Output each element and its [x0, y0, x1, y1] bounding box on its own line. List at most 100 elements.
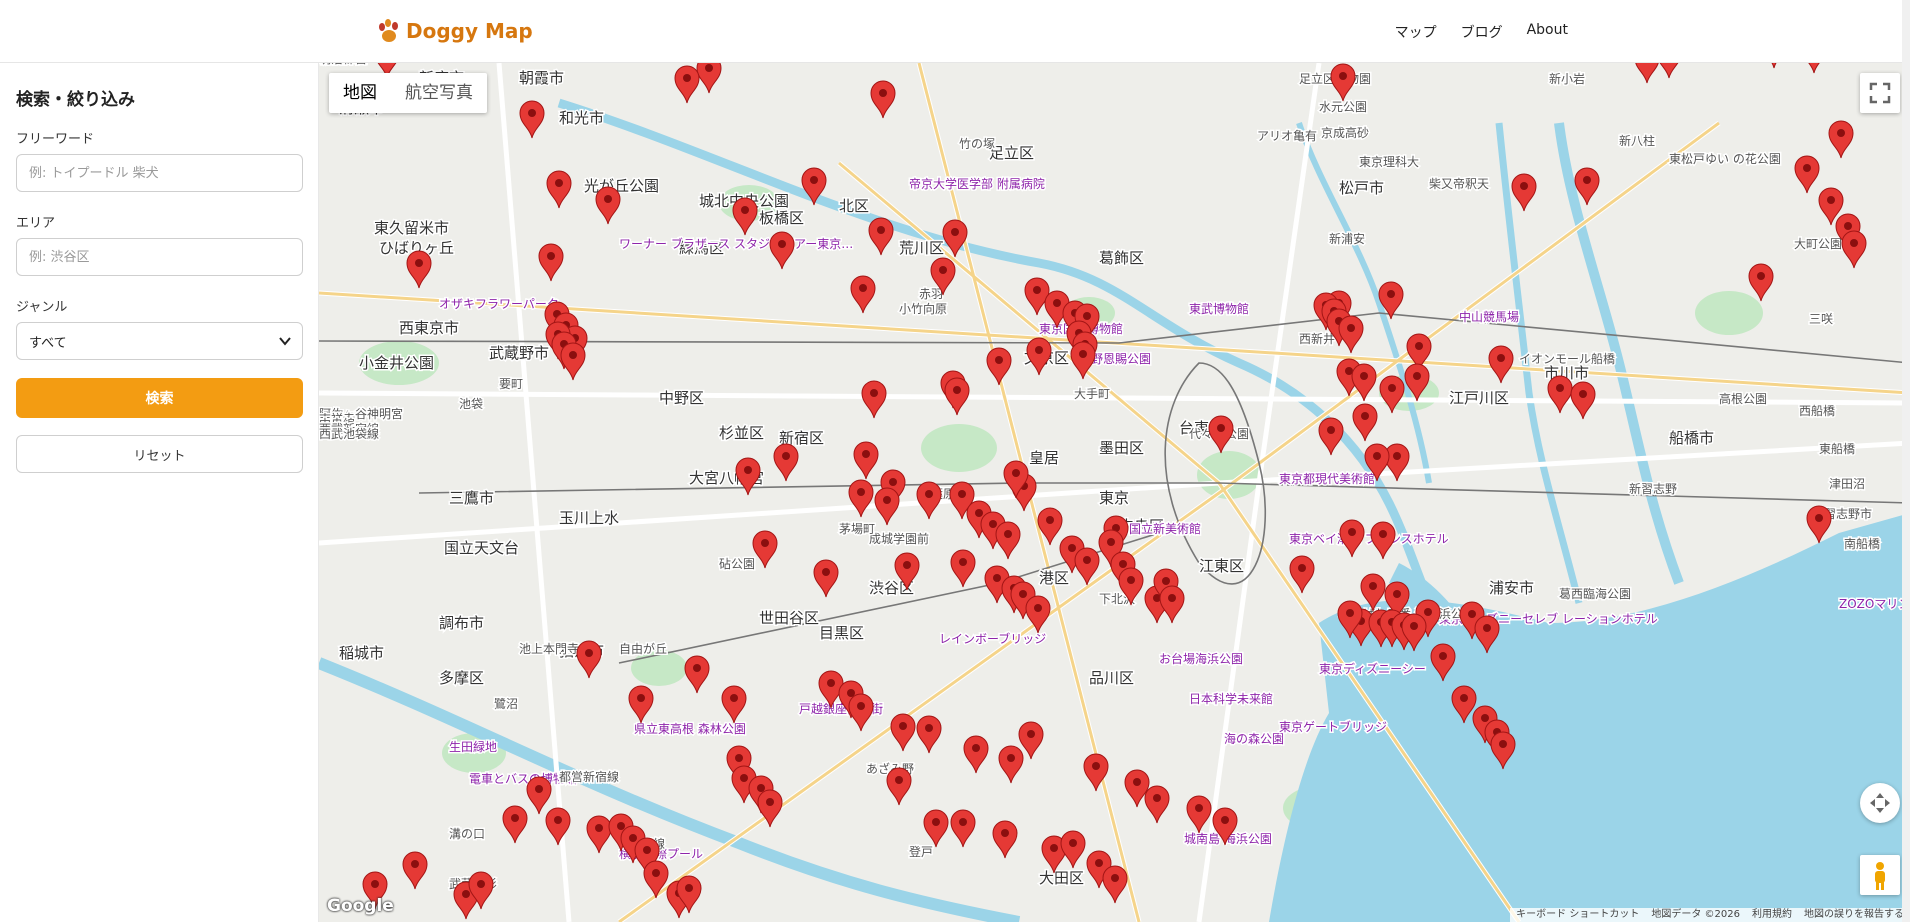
- app-header: Doggy Map マップ ブログ About: [0, 0, 1910, 63]
- fullscreen-icon: [1869, 82, 1891, 104]
- map-place-label: 日本科学未来館: [1189, 691, 1273, 706]
- map-place-label: 京成高砂: [1321, 125, 1369, 140]
- map-place-label: ワーナー ブラザース スタジオツアー東京…: [619, 236, 853, 251]
- map-place-label: 板橋区: [759, 209, 804, 227]
- map-place-label: 東京都現代美術館: [1279, 471, 1375, 486]
- street-view-pegman-button[interactable]: [1860, 855, 1900, 895]
- map-place-label: 都営新宿線: [559, 769, 619, 784]
- map-place-label: 新習志野: [1629, 481, 1677, 496]
- map-place-label: 東京ゲートブリッジ: [1279, 719, 1387, 734]
- map-place-label: 武蔵野市: [489, 344, 549, 362]
- terms-link[interactable]: 利用規約: [1752, 908, 1792, 922]
- map-place-label: 東京: [1099, 489, 1129, 507]
- map-place-label: 竹の塚: [959, 137, 995, 151]
- move-arrows-icon: [1870, 793, 1890, 813]
- map-place-label: 光が丘公園: [584, 177, 659, 195]
- map-place-label: 江東区: [1199, 557, 1244, 575]
- map-area[interactable]: 朝霞市新座市清瀬市和光市光が丘公園城北中央公園板橋区北区荒川区足立区葛飾区松戸市…: [319, 63, 1910, 922]
- map-place-label: 浦安市: [1489, 579, 1534, 597]
- top-nav: マップ ブログ About: [1395, 22, 1568, 42]
- reset-button[interactable]: リセット: [16, 435, 303, 473]
- nav-blog-link[interactable]: ブログ: [1461, 22, 1503, 42]
- pegman-icon: [1875, 862, 1885, 890]
- map-place-label: 自由が丘: [619, 641, 667, 656]
- fullscreen-button[interactable]: [1860, 73, 1900, 113]
- area-input[interactable]: [16, 238, 303, 276]
- map-attribution: キーボード ショートカット 地図データ ©2026 利用規約 地図の誤りを報告す…: [1510, 908, 1910, 922]
- map-place-label: 高根公園: [1719, 391, 1767, 406]
- map-place-label: 北区: [839, 197, 869, 215]
- map-place-label: 溝の口: [449, 827, 485, 841]
- map-place-label: 西東京市: [399, 319, 459, 337]
- map-place-label: 要町: [499, 377, 523, 391]
- map-place-label: 江戸川区: [1449, 389, 1509, 407]
- map-place-label: 海の森公園: [1224, 731, 1284, 746]
- map-place-label: 国立天文台: [444, 539, 519, 557]
- map-place-label: 東松戸ゆい の花公園: [1669, 151, 1781, 166]
- page-scrollbar[interactable]: [1902, 0, 1910, 922]
- map-place-label: 新小岩: [1549, 71, 1585, 86]
- chevron-down-icon: [279, 337, 291, 346]
- map-place-label: 小金井公園: [359, 354, 434, 372]
- map-place-label: 新八柱: [1619, 133, 1655, 148]
- map-place-label: 水元公園: [1319, 100, 1367, 114]
- genre-label: ジャンル: [16, 300, 68, 315]
- map-place-label: 東武博物館: [1189, 301, 1249, 316]
- logo-text: Doggy Map: [406, 19, 533, 43]
- map-place-label: 世田谷区: [759, 609, 819, 627]
- map-place-label: 国立新美術館: [1129, 521, 1201, 536]
- map-place-label: 港区: [1039, 569, 1069, 587]
- keyword-label: フリーワード: [16, 132, 95, 147]
- map-type-control: 地図 航空写真: [329, 73, 487, 113]
- map-place-label: 朝霞市: [519, 69, 564, 87]
- keyboard-shortcuts-link[interactable]: キーボード ショートカット: [1516, 908, 1639, 922]
- map-place-label: 玉川上水: [559, 509, 619, 527]
- map-place-label: 帝京大学医学部 附属病院: [909, 176, 1045, 191]
- google-logo: Google: [327, 896, 394, 916]
- map-place-label: 明治神宮: [319, 63, 367, 66]
- report-error-link[interactable]: 地図の誤りを報告する: [1804, 908, 1904, 922]
- site-logo[interactable]: Doggy Map: [376, 18, 533, 44]
- map-place-label: 津田沼: [1829, 477, 1865, 491]
- map-canvas[interactable]: 朝霞市新座市清瀬市和光市光が丘公園城北中央公園板橋区北区荒川区足立区葛飾区松戸市…: [319, 63, 1910, 922]
- nav-about-link[interactable]: About: [1527, 22, 1568, 42]
- map-place-label: 三咲: [1809, 311, 1833, 326]
- map-place-label: イオンモール船橋: [1519, 352, 1615, 366]
- map-place-label: 東久留米市: [374, 219, 449, 237]
- genre-selected-value: すべて: [29, 335, 67, 351]
- map-place-label: 葛飾区: [1099, 249, 1144, 267]
- map-place-label: 品川区: [1089, 669, 1134, 687]
- map-place-label: 鷺沼: [494, 696, 518, 711]
- map-place-label: 中野区: [659, 389, 704, 407]
- keyword-input[interactable]: [16, 154, 303, 192]
- map-place-label: 登戸: [909, 844, 933, 859]
- map-place-label: 東京ベイ潮見 プリンスホテル: [1289, 531, 1449, 546]
- map-place-label: 松戸市: [1339, 179, 1384, 197]
- map-place-label: 稲城市: [339, 644, 384, 662]
- camera-control-button[interactable]: [1860, 783, 1900, 823]
- map-place-label: レインボーブリッジ: [939, 631, 1046, 646]
- map-place-label: 多摩区: [439, 669, 484, 687]
- genre-select[interactable]: すべて: [16, 322, 303, 360]
- map-type-satellite-button[interactable]: 航空写真: [391, 73, 487, 113]
- map-place-label: 足立区: [989, 144, 1034, 162]
- map-place-label: 西武池袋線: [319, 426, 379, 441]
- map-place-label: 東船橋: [1819, 442, 1855, 456]
- map-place-label: オザキフラワーパーク: [439, 297, 559, 311]
- map-place-label: 大手町: [1074, 387, 1110, 401]
- map-place-label: 成城学園前: [869, 531, 929, 546]
- map-place-label: 大田区: [1039, 869, 1084, 887]
- nav-map-link[interactable]: マップ: [1395, 22, 1437, 42]
- search-button[interactable]: 検索: [16, 378, 303, 418]
- map-place-label: 調布市: [439, 614, 484, 632]
- map-place-label: 西新井: [1299, 331, 1335, 346]
- map-place-label: 中山競馬場: [1459, 309, 1519, 324]
- area-label: エリア: [16, 216, 56, 231]
- map-type-map-button[interactable]: 地図: [329, 73, 391, 113]
- map-place-label: ZOZOマリンスタジアム: [1839, 597, 1910, 611]
- paw-icon: [379, 19, 398, 42]
- map-place-label: 生田緑地: [449, 739, 497, 754]
- search-sidebar: 検索・絞り込み フリーワード エリア ジャンル すべて 検索 リセット: [0, 63, 319, 922]
- map-place-label: お台場海浜公園: [1159, 651, 1243, 666]
- map-place-label: 大町公園: [1794, 237, 1842, 251]
